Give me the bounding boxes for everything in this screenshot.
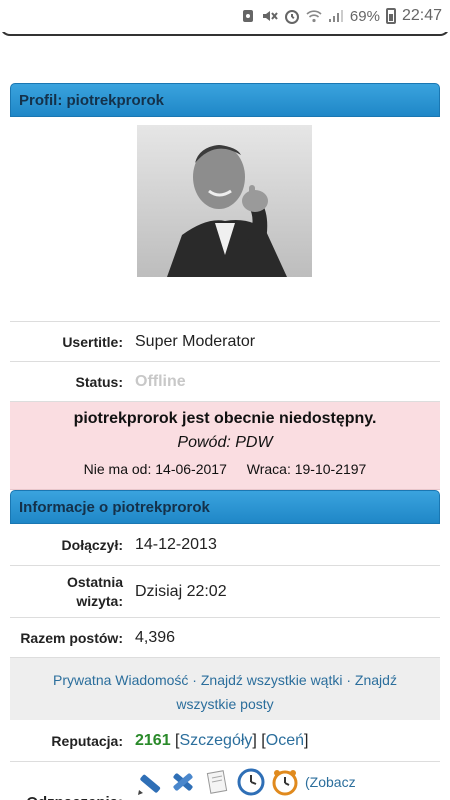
wifi-icon — [306, 8, 322, 24]
joined-row: Dołączył: 14-12-2013 — [10, 524, 440, 566]
clock-badge-icon[interactable] — [237, 768, 265, 796]
badges-label: Odznaczenia: — [10, 768, 123, 800]
profile-header-title: Profil: piotrekprorok — [19, 92, 165, 109]
avatar[interactable] — [137, 125, 312, 277]
last-visit-value: Dzisiaj 22:02 — [135, 582, 227, 600]
away-notice: piotrekprorok jest obecnie niedostępny. … — [10, 402, 440, 490]
badges-row: Odznaczenia: (Zobacz — [10, 762, 440, 800]
pencil-badge-icon[interactable] — [135, 768, 163, 796]
clock: 22:47 — [401, 7, 442, 24]
info-header-title: Informacje o piotrekprorok — [19, 499, 210, 516]
last-visit-label: Ostatnia wizyta: — [10, 573, 123, 611]
reputation-label: Reputacja: — [51, 732, 123, 749]
away-reason: Powód: PDW — [177, 434, 273, 451]
last-visit-label-line1: Ostatnia — [66, 573, 123, 590]
profile-header: Profil: piotrekprorok — [10, 83, 440, 117]
find-posts-link-start[interactable]: Znajdź — [355, 672, 397, 688]
reputation-details-link[interactable]: Szczegóły — [179, 732, 252, 749]
reputation-row: Reputacja: 2161 [Szczegóły] [Oceń] — [10, 720, 440, 762]
away-dates: Nie ma od: 14-06-2017 Wraca: 19-10-2197 — [10, 461, 440, 477]
away-title: piotrekprorok jest obecnie niedostępny. — [73, 410, 377, 427]
posts-value: 4,396 — [135, 628, 176, 646]
usertitle-value: Super Moderator — [135, 332, 256, 350]
status-label: Status: — [75, 373, 123, 390]
joined-label: Dołączył: — [61, 536, 123, 553]
profile-block: Profil: piotrekprorok Usertitle: Super M… — [10, 83, 440, 490]
alarm-clock-badge-icon[interactable] — [271, 768, 299, 796]
battery-percent: 69% — [349, 7, 380, 25]
posts-row: Razem postów: 4,396 — [10, 618, 440, 658]
find-threads-link[interactable]: Znajdź wszystkie wątki — [201, 672, 343, 688]
crossed-pencils-badge-icon[interactable] — [169, 768, 197, 796]
status-row: Status: Offline — [10, 362, 440, 402]
status-bar: 69% 22:47 — [0, 0, 450, 32]
away-from: Nie ma od: 14-06-2017 — [83, 461, 227, 477]
posts-label: Razem postów: — [20, 629, 123, 646]
badges-see-more-link[interactable]: (Zobacz — [305, 774, 356, 790]
reputation-value: 2161 — [135, 731, 171, 749]
mute-icon — [262, 8, 278, 24]
joined-value: 14-12-2013 — [135, 535, 217, 553]
status-value: Offline — [135, 372, 186, 390]
battery-icon — [385, 8, 396, 24]
private-message-link[interactable]: Prywatna Wiadomość — [53, 672, 188, 688]
usertitle-row: Usertitle: Super Moderator — [10, 322, 440, 362]
badges-list: (Zobacz — [123, 768, 356, 796]
alarm-icon — [284, 8, 300, 24]
last-visit-label-line2: wizyta: — [76, 592, 123, 609]
away-back: Wraca: 19-10-2197 — [246, 461, 367, 477]
info-block: Informacje o piotrekprorok Dołączył: 14-… — [10, 490, 440, 800]
last-visit-row: Ostatnia wizyta: Dzisiaj 22:02 — [10, 566, 440, 618]
info-header: Informacje o piotrekprorok — [10, 490, 440, 524]
reputation-values: 2161 [Szczegóły] [Oceń] — [135, 731, 309, 749]
document-badge-icon[interactable] — [203, 768, 231, 796]
sim-icon — [240, 8, 256, 24]
user-links: Prywatna Wiadomość · Znajdź wszystkie wą… — [10, 658, 440, 720]
avatar-row — [10, 117, 440, 322]
find-posts-link-end[interactable]: wszystkie posty — [176, 696, 273, 712]
signal-icon — [328, 8, 344, 24]
reputation-rate-link[interactable]: Oceń — [266, 732, 304, 749]
usertitle-label: Usertitle: — [62, 333, 123, 350]
